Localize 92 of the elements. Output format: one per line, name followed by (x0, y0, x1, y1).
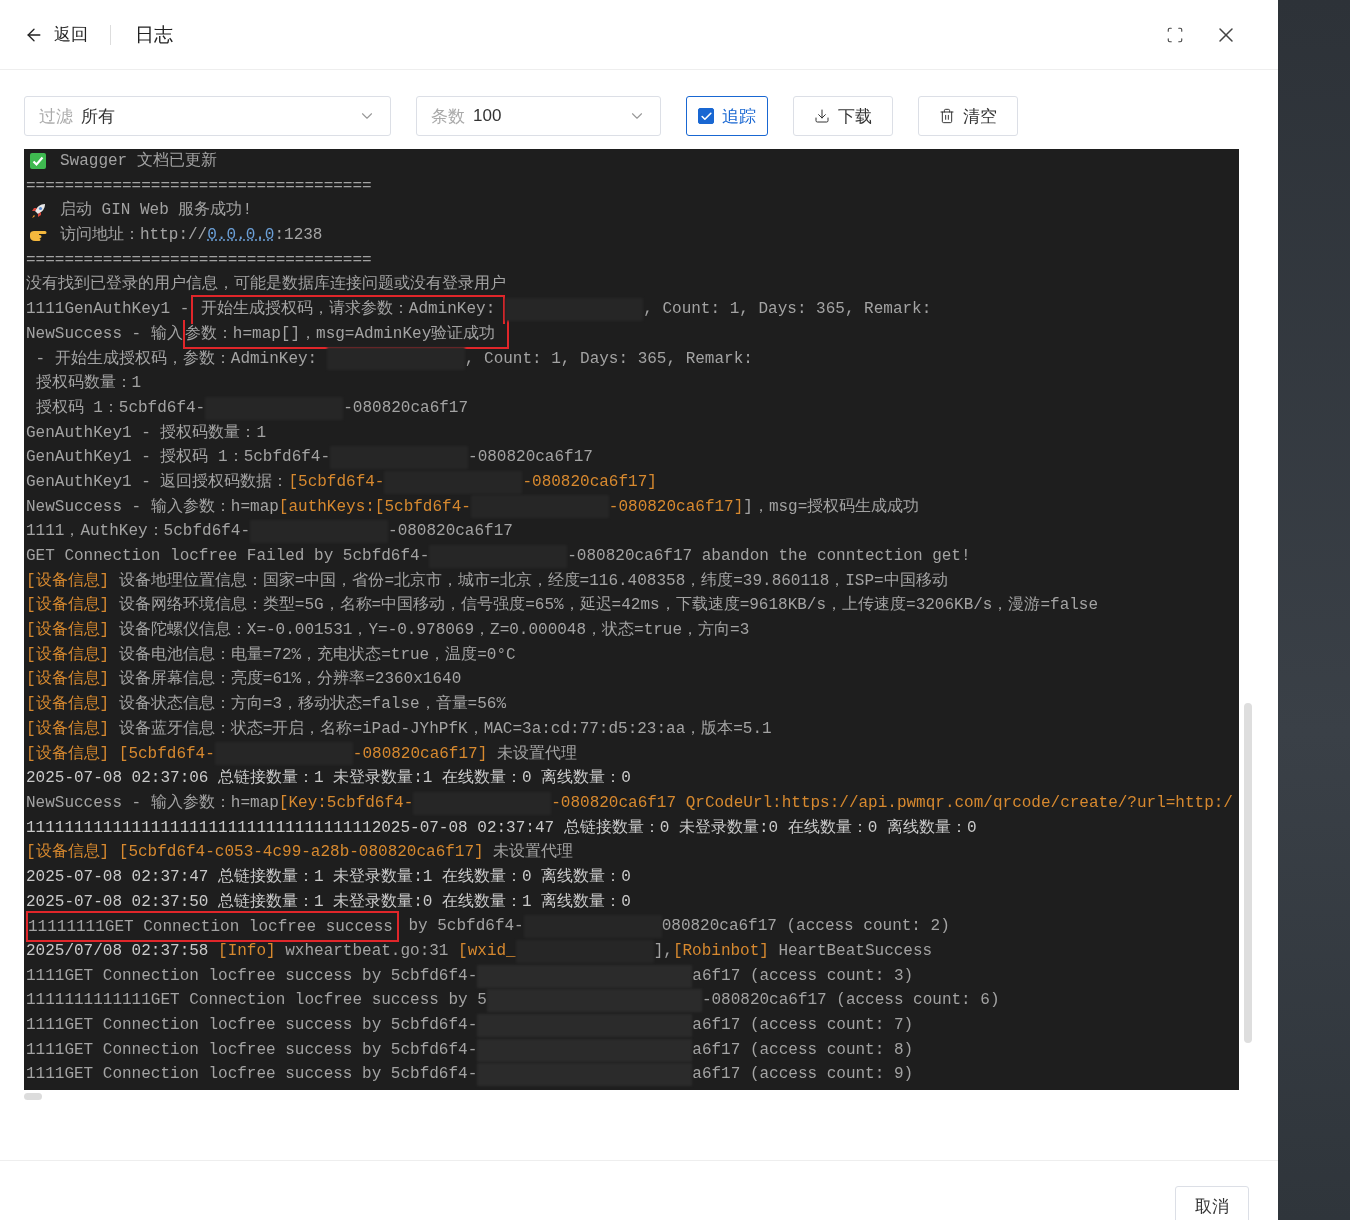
log-text: [5cbfd6f4- (288, 471, 385, 493)
log-text: [设备信息] [5cbfd6f4- (26, 743, 215, 765)
log-text: 设备陀螺仪信息：X=-0.001531，Y=-0.978069，Z=0.000048，状态=true，方向=3 (117, 619, 750, 642)
log-text: ==================================== (26, 175, 372, 197)
log-text: 2025-07-08 02:37:50 总链接数量：1 未登录数量:0 在线数量：1 离线数量：0 (26, 891, 631, 913)
log-text: 没有找到已登录的用户信息，可能是数据库连接问题或没有登录用户 (26, 273, 506, 296)
log-text: 设备屏幕信息：亮度=61%，分辨率=2360x1640 (117, 668, 462, 691)
log-text: [设备信息] (26, 570, 110, 592)
log-text: a6f17 (access count: 3) (692, 965, 914, 987)
cancel-button[interactable]: 取消 (1175, 1186, 1249, 1220)
log-text: GenAuthKey1 - 返回授权码数据： (26, 471, 289, 493)
log-text: 设备网络环境信息：类型=5G，名称=中国移动，信号强度=65%，延迟=42ms，下载速度=9618KB/s，上传速度=3206KB/s，漫游=false (117, 594, 1099, 617)
log-text: , Count: 1, Days: 365, Remark: (643, 299, 932, 321)
log-text: 1111GET Connection locfree success by 5cbfd6f4- (26, 1064, 478, 1086)
log-text: 启动 GIN Web 服务成功! (60, 199, 252, 222)
log-text: a6f17 (access count: 7) (692, 1015, 914, 1037)
log-text: GET Connection locfree Failed by 5cbfd6f4- (26, 546, 430, 567)
download-icon (814, 108, 830, 124)
log-text: 访问地址：http:// (60, 224, 208, 247)
log-text: 设备电池信息：电量=72%，充电状态=true，温度=0°C (117, 644, 516, 666)
log-text: 设备蓝牙信息：状态=开启，名称=iPad-JYhPfK，MAC=3a:cd:77:d5:23:aa，版本=5.1 (117, 718, 772, 740)
clear-button[interactable]: 清空 (918, 96, 1018, 136)
log-text: [Info] (218, 941, 276, 962)
trash-icon (939, 108, 955, 124)
log-text: a6f17 (access count: 8) (692, 1039, 914, 1061)
log-text: -080820ca6f17] (522, 471, 657, 493)
log-text: 授权码数量：1 (34, 373, 142, 395)
log-text: GenAuthKey1 - 授权码数量：1 (26, 422, 267, 444)
back-button[interactable]: 返回 (24, 23, 88, 46)
log-text: ]，msg=授权码生成成功 (743, 496, 920, 518)
follow-checkbox[interactable]: 追踪 (686, 96, 768, 136)
log-text: -080820ca6f17] (608, 496, 744, 518)
log-text: a6f17 (access count: 9) (692, 1064, 914, 1086)
log-text: 未设置代理 (495, 743, 577, 765)
log-text: 1111111111111111111111111111111111112025-07-08 02:37:47 总链接数量：0 未登录数量:0 在线数量：0 离线数量：0 (26, 817, 977, 839)
dialog-title: 日志 (135, 22, 173, 47)
log-text: 1111111111111GET Connection locfree success by 5 (26, 990, 487, 1012)
log-text: 2025/07/08 02:37:58 (26, 941, 210, 962)
log-text: [设备信息] (26, 694, 110, 716)
log-text: - 开始生成授权码，参数：AdminKey: (34, 348, 319, 370)
log-text: 设备状态信息：方向=3，移动状态=false，音量=56% (117, 693, 507, 716)
log-text: NewSuccess - 输入参数：h=map (26, 792, 279, 814)
log-text: -080820ca6f17 (access count: 6) (701, 990, 1000, 1012)
log-text: 1111GET Connection locfree success by 5cbfd6f4- (26, 1039, 478, 1061)
log-text: 未设置代理 (492, 842, 574, 864)
log-text: [设备信息] [5cbfd6f4-c053-4c99-a28b-080820ca6f17] (26, 842, 484, 864)
log-text: [Robinbot] (672, 941, 769, 962)
log-text: 1111，AuthKey：5cbfd6f4- (26, 521, 251, 543)
log-text: NewSuccess - 输入 (26, 323, 183, 345)
check-icon (699, 109, 713, 123)
log-text: 1111GET Connection locfree success by 5cbfd6f4- (26, 1015, 478, 1037)
log-text: [设备信息] (26, 718, 110, 740)
log-text: -080820ca6f17] (352, 743, 488, 765)
log-text: 开始生成授权码，请求参数：AdminKey: (190, 295, 506, 324)
download-button[interactable]: 下载 (793, 96, 893, 136)
log-text: 1111GenAuthKey1 - (26, 299, 191, 321)
address-link[interactable]: 0.0.0.0 (207, 223, 275, 248)
log-text: GenAuthKey1 - 授权码 1：5cbfd6f4- (26, 447, 331, 469)
log-text: ==================================== (26, 249, 372, 271)
log-text: 授权码 1：5cbfd6f4- (34, 397, 206, 419)
log-text: [authKeys:[5cbfd6f4- (278, 496, 471, 518)
check-mark-icon (28, 151, 48, 172)
log-text: [设备信息] (26, 620, 110, 642)
log-text: [设备信息] (26, 669, 110, 691)
log-text: -080820ca6f17 QrCodeUrl:https://api.pwmqr.com/qrcode/create/?url=http:/ (551, 792, 1233, 814)
log-text: wxheartbeat.go:31 (284, 941, 450, 962)
log-text: , Count: 1, Days: 365, Remark: (464, 348, 753, 370)
log-text: Swagger 文档已更新 (60, 150, 217, 172)
filter-select[interactable]: 过滤 所有 (24, 96, 391, 136)
scrollbar-thumb[interactable] (1244, 703, 1252, 1043)
scrollbar-thumb[interactable] (24, 1093, 42, 1100)
log-text: [wxid_ (458, 941, 516, 962)
log-text: 设备地理位置信息：国家=中国，省份=北京市，城市=北京，经度=116.408358，纬度=39.860118，ISP=中国移动 (117, 570, 948, 592)
log-text: by 5cbfd6f4- (407, 916, 524, 938)
log-text: NewSuccess - 输入参数：h=map (26, 496, 279, 518)
log-text: [Key:5cbfd6f4- (278, 792, 414, 814)
log-text: 2025-07-08 02:37:06 总链接数量：1 未登录数量:1 在线数量：0 离线数量：0 (26, 768, 631, 790)
count-select[interactable]: 条数 100 (416, 96, 661, 136)
log-text: [设备信息] (26, 644, 110, 666)
log-text: 1111GET Connection locfree success by 5cbfd6f4- (26, 965, 478, 987)
log-text: HeartBeatSuccess (777, 941, 933, 962)
log-text: 080820ca6f17 (access count: 2) (661, 916, 950, 938)
log-text: ], (653, 941, 673, 962)
log-text: 2025-07-08 02:37:47 总链接数量：1 未登录数量:1 在线数量：0 离线数量：0 (26, 866, 631, 888)
log-text: -080820ca6f17 abandon the conntection get! (567, 546, 971, 567)
log-text: -080820ca6f17 (468, 447, 593, 469)
log-text: -080820ca6f17 (388, 521, 513, 543)
log-text: [设备信息] (26, 595, 110, 617)
fullscreen-icon[interactable] (1166, 25, 1184, 44)
log-text: :1238 (274, 225, 323, 247)
log-text: 11111111GET Connection locfree success (26, 911, 399, 942)
log-text: -080820ca6f17 (343, 397, 469, 419)
